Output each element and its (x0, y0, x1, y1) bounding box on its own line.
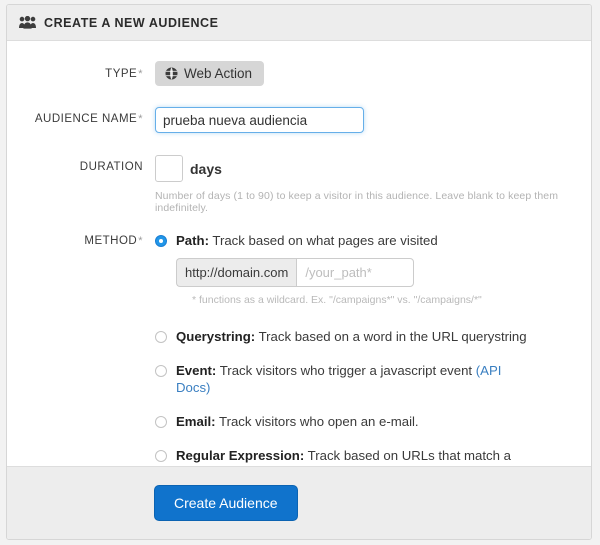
users-icon (19, 15, 36, 29)
method-option-path-text: Path: Track based on what pages are visi… (176, 232, 438, 249)
path-domain-addon: http://domain.com (176, 258, 297, 287)
duration-label: DURATION (7, 155, 155, 173)
type-field: Web Action (155, 61, 591, 86)
method-option-path-desc: Track based on what pages are visited (208, 233, 438, 248)
audience-name-input[interactable] (155, 107, 364, 133)
method-option-list: Querystring: Track based on a word in th… (155, 328, 577, 481)
duration-input-line: days (155, 155, 577, 182)
method-option-email[interactable]: Email: Track visitors who open an e-mail… (155, 413, 577, 430)
method-option-path[interactable]: Path: Track based on what pages are visi… (155, 232, 577, 249)
duration-help-text: Number of days (1 to 90) to keep a visit… (155, 190, 559, 214)
path-input[interactable] (296, 258, 414, 287)
audience-name-required-marker: * (138, 113, 143, 125)
method-label: METHOD* (7, 232, 155, 247)
type-web-action-badge[interactable]: Web Action (155, 61, 265, 86)
method-option-event-desc: Track visitors who trigger a javascript … (216, 363, 476, 378)
method-option-email-text: Email: Track visitors who open an e-mail… (176, 413, 419, 430)
radio-regex[interactable] (155, 450, 167, 462)
create-audience-button[interactable]: Create Audience (154, 485, 298, 521)
method-option-querystring-desc: Track based on a word in the URL queryst… (255, 329, 527, 344)
form-row-method: METHOD* Path: Track based on what pages … (7, 214, 591, 481)
radio-querystring[interactable] (155, 331, 167, 343)
type-required-marker: * (138, 68, 143, 80)
form-row-duration: DURATION days Number of days (1 to 90) t… (7, 133, 591, 214)
method-option-querystring-title: Querystring: (176, 329, 256, 344)
radio-event[interactable] (155, 365, 167, 377)
method-option-event-text: Event: Track visitors who trigger a java… (176, 362, 536, 396)
page-title: CREATE A NEW AUDIENCE (44, 15, 219, 30)
path-input-group: http://domain.com (176, 258, 414, 287)
audience-name-label: AUDIENCE NAME* (7, 107, 155, 125)
duration-unit-label: days (190, 160, 222, 177)
method-required-marker: * (138, 235, 143, 247)
type-badge-label: Web Action (184, 66, 253, 81)
panel-header: CREATE A NEW AUDIENCE (7, 5, 591, 41)
globe-icon (165, 67, 178, 80)
radio-email[interactable] (155, 416, 167, 428)
method-option-querystring-text: Querystring: Track based on a word in th… (176, 328, 527, 345)
duration-field: days Number of days (1 to 90) to keep a … (155, 155, 591, 214)
create-audience-panel: CREATE A NEW AUDIENCE TYPE* Web Action A… (6, 4, 592, 540)
method-option-email-title: Email: (176, 414, 216, 429)
audience-name-label-text: AUDIENCE NAME (34, 113, 138, 125)
method-option-querystring[interactable]: Querystring: Track based on a word in th… (155, 328, 577, 345)
method-label-text: METHOD (84, 235, 138, 247)
duration-label-text: DURATION (79, 161, 143, 173)
method-option-event-title: Event: (176, 363, 217, 378)
panel-footer: Create Audience (7, 466, 591, 539)
method-option-regex-title: Regular Expression: (176, 448, 305, 463)
form-row-type: TYPE* Web Action (7, 41, 591, 86)
type-label: TYPE* (7, 61, 155, 80)
duration-input[interactable] (155, 155, 183, 182)
method-option-path-title: Path: (176, 233, 209, 248)
method-field: Path: Track based on what pages are visi… (155, 232, 591, 481)
audience-name-field (155, 107, 591, 133)
panel-body: TYPE* Web Action AUDIENCE NAME* prueba n… (7, 41, 591, 480)
path-input-block: http://domain.com * functions as a wildc… (176, 258, 577, 306)
type-label-text: TYPE (105, 68, 138, 80)
method-option-email-desc: Track visitors who open an e-mail. (215, 414, 419, 429)
form-row-audience-name: AUDIENCE NAME* (7, 86, 591, 133)
path-help-text: * functions as a wildcard. Ex. "/campaig… (192, 294, 482, 306)
method-option-event[interactable]: Event: Track visitors who trigger a java… (155, 362, 577, 396)
radio-path[interactable] (155, 235, 167, 247)
